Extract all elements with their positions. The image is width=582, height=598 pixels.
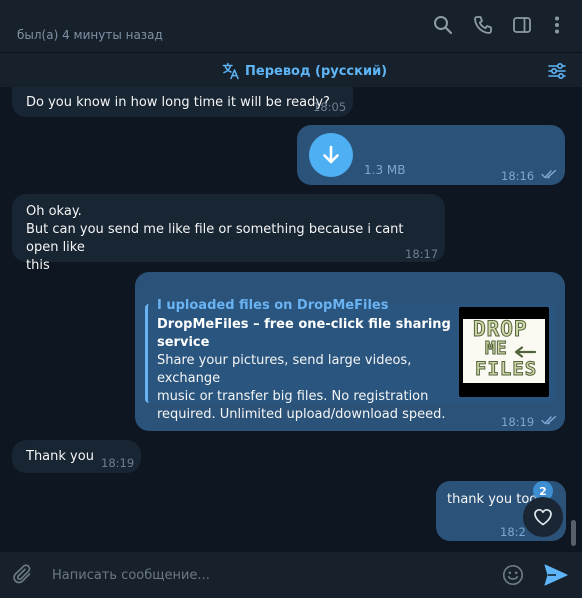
translate-bar: Перевод (русский) bbox=[0, 53, 582, 87]
message-input[interactable] bbox=[52, 565, 472, 585]
message-time: 18:17 bbox=[405, 247, 439, 261]
preview-description: Share your pictures, send large videos, … bbox=[157, 353, 446, 422]
link-text[interactable]: I uploaded files on DropMeFiles bbox=[157, 297, 457, 315]
link-preview[interactable]: I uploaded files on DropMeFiles DropMeFi… bbox=[145, 298, 555, 422]
sidebar-toggle-icon[interactable] bbox=[512, 15, 532, 35]
chat-header: был(а) 4 минуты назад bbox=[0, 0, 582, 53]
dropmefiles-logo: DROP ME FILES bbox=[463, 318, 545, 383]
download-button[interactable] bbox=[309, 133, 353, 177]
send-icon[interactable] bbox=[543, 563, 569, 587]
preview-thumbnail[interactable]: DROP ME FILES bbox=[459, 307, 549, 397]
search-icon[interactable] bbox=[433, 15, 453, 35]
message-time: 18:19 bbox=[101, 456, 135, 470]
message-text: Do you know in how long time it will be … bbox=[26, 95, 330, 110]
arrow-left-icon bbox=[514, 346, 537, 358]
message-outgoing-link[interactable]: I uploaded files on DropMeFiles DropMeFi… bbox=[135, 272, 565, 431]
reaction-button[interactable] bbox=[523, 497, 563, 537]
composer-bar bbox=[0, 552, 582, 598]
last-seen-status: был(а) 4 минуты назад bbox=[17, 28, 163, 42]
translate-button[interactable]: Перевод (русский) bbox=[222, 61, 387, 81]
message-incoming[interactable]: Thank you 18:19 bbox=[12, 440, 141, 473]
download-arrow-icon bbox=[323, 145, 339, 164]
message-time: 18:19 bbox=[501, 415, 535, 429]
translate-icon bbox=[222, 62, 239, 80]
more-vertical-icon[interactable] bbox=[547, 15, 567, 35]
message-time: 18:16 bbox=[501, 169, 535, 183]
message-list[interactable]: Do you know in how long time it will be … bbox=[0, 87, 582, 552]
message-text: Oh okay. But can you send me like file o… bbox=[26, 204, 404, 273]
preview-title: DropMeFiles – free one-click file sharin… bbox=[157, 317, 451, 350]
filter-settings-icon[interactable] bbox=[547, 61, 567, 81]
file-size: 1.3 MB bbox=[364, 163, 406, 177]
message-incoming[interactable]: Oh okay. But can you send me like file o… bbox=[12, 194, 445, 273]
read-checks-icon bbox=[541, 415, 557, 425]
message-text: Thank you bbox=[26, 449, 94, 464]
message-incoming[interactable]: Do you know in how long time it will be … bbox=[12, 87, 353, 117]
phone-icon[interactable] bbox=[473, 15, 493, 35]
message-text: thank you too bbox=[447, 492, 538, 507]
attach-icon[interactable] bbox=[12, 564, 34, 586]
scrollbar-thumb[interactable] bbox=[571, 520, 576, 546]
message-time: 18:2 bbox=[500, 525, 526, 539]
read-checks-icon bbox=[541, 169, 557, 179]
heart-icon bbox=[534, 508, 552, 526]
emoji-icon[interactable] bbox=[502, 564, 524, 586]
message-time: 18:05 bbox=[313, 100, 347, 114]
message-outgoing-file[interactable]: 1.3 MB 18:16 bbox=[297, 125, 565, 185]
translate-label: Перевод (русский) bbox=[245, 63, 388, 79]
